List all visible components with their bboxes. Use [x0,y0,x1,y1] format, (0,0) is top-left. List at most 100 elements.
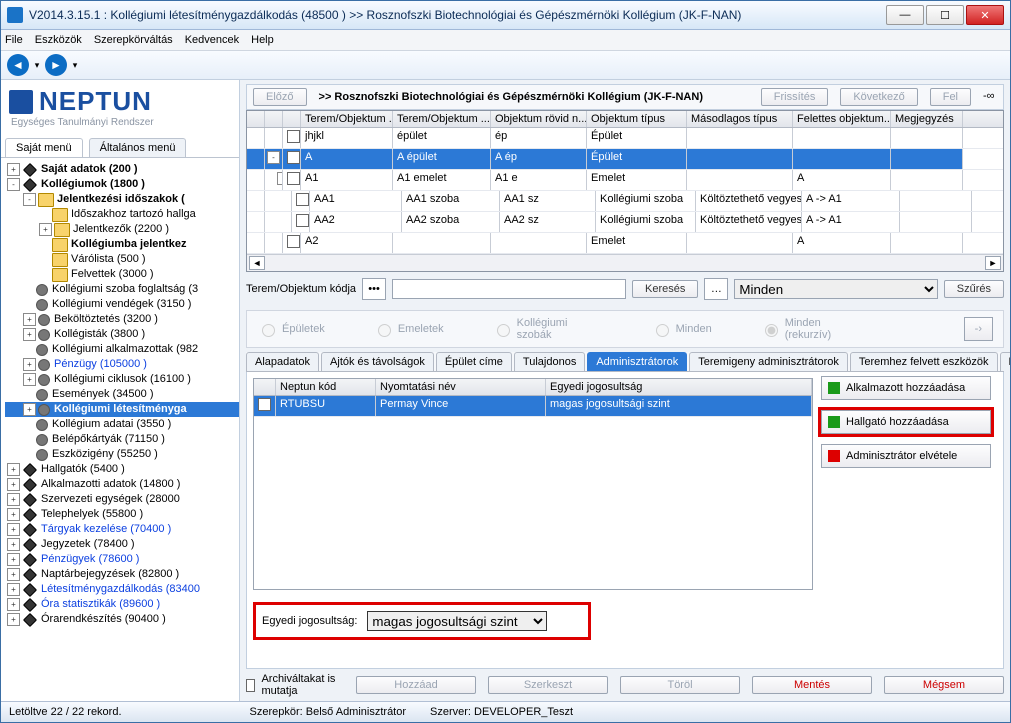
tree-item[interactable]: Kollégiumi alkalmazottak (982 [5,342,239,357]
filter-button[interactable]: Szűrés [944,280,1004,298]
scroll-right-icon[interactable]: ► [985,256,1001,270]
expand-icon[interactable] [39,239,50,250]
inner-tab[interactable]: Adminisztrátorok [587,352,687,371]
inner-tab[interactable]: Tulajdonos [514,352,585,371]
add-button[interactable]: Hozzáad [356,676,476,694]
expand-icon[interactable] [39,254,50,265]
tree-item[interactable]: Felvettek (3000 ) [5,267,239,282]
expand-icon[interactable]: + [23,313,36,326]
expand-button[interactable]: -› [964,317,993,341]
grid-header[interactable]: Megjegyzés [891,111,963,127]
objects-grid[interactable]: Terem/Objektum ...Terem/Objektum ...Obje… [246,110,1004,272]
tab-own-menu[interactable]: Saját menü [5,138,83,157]
tree-item[interactable]: +Alkalmazotti adatok (14800 ) [5,477,239,492]
tree-item[interactable]: -Jelentkezési időszakok ( [5,192,239,207]
col-neptun-code[interactable]: Neptun kód [276,379,376,395]
show-archived-checkbox[interactable]: Archiváltakat is mutatja [246,673,338,697]
row-checkbox[interactable] [258,398,271,411]
privilege-select[interactable]: magas jogosultsági szint [367,611,547,631]
row-checkbox[interactable] [287,172,300,185]
grid-row[interactable]: AA1AA1 szobaAA1 szKollégiumi szobaKöltöz… [247,191,1003,212]
expand-icon[interactable]: - [7,178,20,191]
remove-admin-button[interactable]: Adminisztrátor elvétele [821,444,991,468]
scroll-left-icon[interactable]: ◄ [249,256,265,270]
menu-tools[interactable]: Eszközök [35,34,82,46]
expand-icon[interactable] [23,434,34,445]
tree-item[interactable]: -Kollégiumok (1800 ) [5,177,239,192]
inner-tab[interactable]: Ajtók és távolságok [321,352,434,371]
inner-tab[interactable]: Alapadatok [246,352,319,371]
grid-header[interactable]: Objektum típus [587,111,687,127]
tree-item[interactable]: +Naptárbejegyzések (82800 ) [5,567,239,582]
tree-item[interactable]: Eszközigény (55250 ) [5,447,239,462]
nav-forward-dropdown[interactable]: ▾ [71,54,79,76]
expand-icon[interactable]: + [7,613,20,626]
tree-item[interactable]: Időszakhoz tartozó hallga [5,207,239,222]
row-checkbox[interactable] [287,151,300,164]
tab-general-menu[interactable]: Általános menü [89,138,187,157]
tree-item[interactable]: +Saját adatok (200 ) [5,162,239,177]
delete-button[interactable]: Töröl [620,676,740,694]
tree-item[interactable]: Kollégiumi vendégek (3150 ) [5,297,239,312]
add-student-button[interactable]: Hallgató hozzáadása [821,410,991,434]
grid-header[interactable] [265,111,283,127]
admin-row[interactable]: RTUBSU Permay Vince magas jogosultsági s… [254,396,812,417]
tree-item[interactable]: +Jelentkezők (2200 ) [5,222,239,237]
row-checkbox[interactable] [296,214,309,227]
expand-icon[interactable]: + [7,583,20,596]
menu-role[interactable]: Szerepkörváltás [94,34,173,46]
expand-icon[interactable] [23,389,34,400]
tree-item[interactable]: +Órarendkészítés (90400 ) [5,612,239,627]
tree-item[interactable]: Kollégiumi szoba foglaltság (3 [5,282,239,297]
prev-button[interactable]: Előző [253,88,307,106]
edit-button[interactable]: Szerkeszt [488,676,608,694]
cancel-button[interactable]: Mégsem [884,676,1004,694]
pin-icon[interactable]: -∞ [983,90,997,104]
add-employee-button[interactable]: Alkalmazott hozzáadása [821,376,991,400]
field-picker-button[interactable]: ••• [362,278,386,300]
tree-item[interactable]: +Beköltöztetés (3200 ) [5,312,239,327]
expand-icon[interactable]: + [7,523,20,536]
next-button[interactable]: Következő [840,88,917,106]
col-privilege[interactable]: Egyedi jogosultság [546,379,812,395]
expand-icon[interactable]: + [7,568,20,581]
minimize-button[interactable]: — [886,5,924,25]
grid-header[interactable]: Objektum rövid n... [491,111,587,127]
inner-tab[interactable]: Teremhez felvett eszközök [850,352,998,371]
expand-icon[interactable]: + [7,163,20,176]
admins-grid[interactable]: Neptun kód Nyomtatási név Egyedi jogosul… [253,378,813,590]
save-button[interactable]: Mentés [752,676,872,694]
up-button[interactable]: Fel [930,88,971,106]
menu-file[interactable]: File [5,34,23,46]
tree-item[interactable]: +Telephelyek (55800 ) [5,507,239,522]
tree-item[interactable]: +Létesítménygazdálkodás (83400 [5,582,239,597]
expand-icon[interactable]: + [7,463,20,476]
search-input[interactable] [392,279,626,299]
maximize-button[interactable]: ☐ [926,5,964,25]
tree-item[interactable]: +Pénzügy (105000 ) [5,357,239,372]
expand-icon[interactable]: + [7,478,20,491]
nav-back-icon[interactable]: ◄ [7,54,29,76]
expand-icon[interactable] [23,299,34,310]
grid-header[interactable]: Másodlagos típus [687,111,793,127]
search-button[interactable]: Keresés [632,280,698,298]
expand-icon[interactable]: + [7,493,20,506]
grid-header[interactable] [247,111,265,127]
grid-row[interactable]: jhjklépületépÉpület [247,128,1003,149]
expand-icon[interactable]: + [7,553,20,566]
col-print-name[interactable]: Nyomtatási név [376,379,546,395]
expand-icon[interactable] [39,209,50,220]
tree-item[interactable]: +Jegyzetek (78400 ) [5,537,239,552]
tree-item[interactable]: Belépőkártyák (71150 ) [5,432,239,447]
grid-row[interactable]: -AA épületA épÉpület [247,149,1003,170]
menu-favorites[interactable]: Kedvencek [185,34,239,46]
grid-header[interactable]: Felettes objektum... [793,111,891,127]
expand-icon[interactable] [23,284,34,295]
close-button[interactable]: ✕ [966,5,1004,25]
grid-header[interactable]: Terem/Objektum ... [301,111,393,127]
grid-row[interactable]: AA2AA2 szobaAA2 szKollégiumi szobaKöltöz… [247,212,1003,233]
refresh-button[interactable]: Frissítés [761,88,829,106]
expand-icon[interactable] [39,269,50,280]
tree-item[interactable]: +Hallgatók (5400 ) [5,462,239,477]
expand-icon[interactable]: + [7,508,20,521]
